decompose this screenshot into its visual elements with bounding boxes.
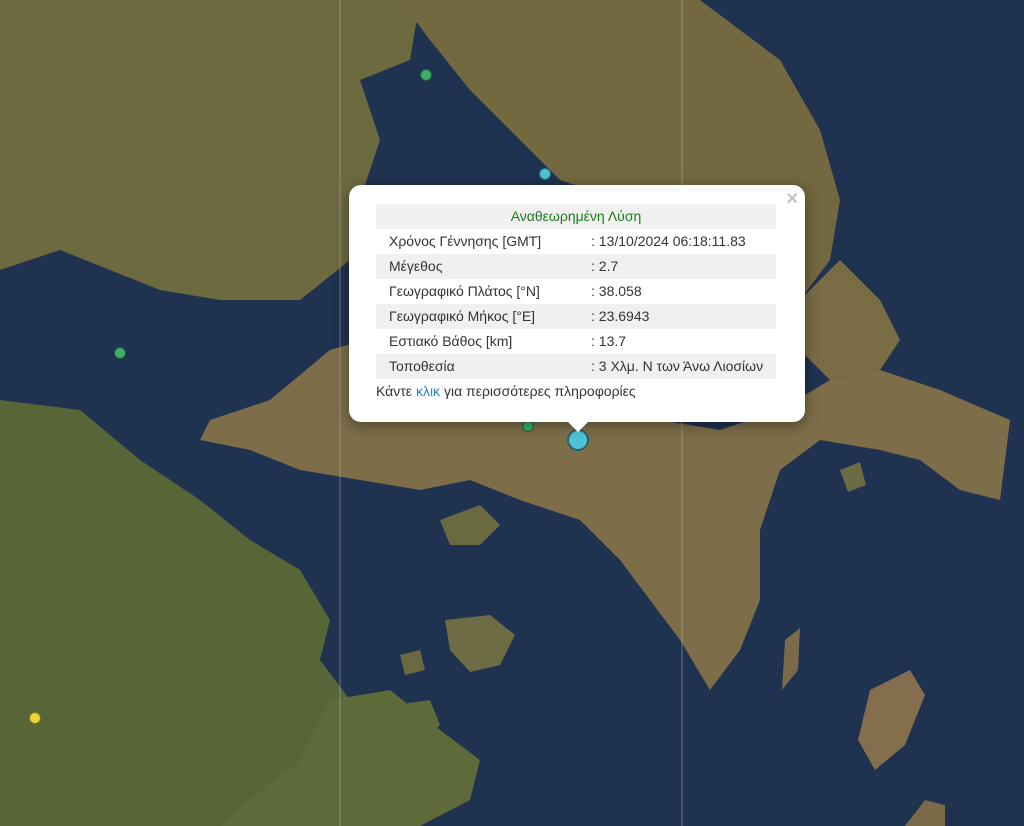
more-info-prefix: Κάντε	[376, 383, 413, 399]
earthquake-marker[interactable]	[114, 347, 126, 359]
magnitude-value: : 2.7	[579, 254, 776, 279]
longitude-label: Γεωγραφικό Μήκος [°E]	[376, 304, 579, 329]
solution-header: Αναθεωρημένη Λύση	[376, 204, 776, 229]
more-info-link[interactable]: κλικ	[416, 383, 440, 399]
earthquake-popup: × Αναθεωρημένη Λύση Χρόνος Γέννησης [GMT…	[349, 185, 805, 432]
selected-earthquake-marker[interactable]	[567, 429, 589, 451]
magnitude-label: Μέγεθος	[376, 254, 579, 279]
depth-value: : 13.7	[591, 333, 627, 349]
origin-time-label: Χρόνος Γέννησης [GMT]	[389, 233, 542, 249]
location-label: Τοποθεσία	[376, 354, 579, 379]
earthquake-marker[interactable]	[29, 712, 41, 724]
more-info-line: Κάντε κλικ για περισσότερες πληροφορίες	[376, 379, 776, 404]
location-value: : 3 Χλμ. Ν των Άνω Λιοσίων	[579, 354, 776, 379]
depth-label: Εστιακό Βάθος [km]	[389, 333, 513, 349]
earthquake-info-table: Αναθεωρημένη Λύση Χρόνος Γέννησης [GMT] …	[376, 204, 776, 404]
latitude-label: Γεωγραφικό Πλάτος [°N]	[389, 283, 540, 299]
origin-time-value: : 13/10/2024 06:18:11.83	[591, 233, 746, 249]
earthquake-marker[interactable]	[420, 69, 432, 81]
popup-pointer	[567, 421, 589, 432]
latitude-value: : 38.058	[591, 283, 642, 299]
earthquake-marker[interactable]	[539, 168, 551, 180]
close-icon[interactable]: ×	[786, 189, 798, 209]
longitude-value: : 23.6943	[579, 304, 776, 329]
more-info-suffix: για περισσότερες πληροφορίες	[443, 383, 636, 399]
